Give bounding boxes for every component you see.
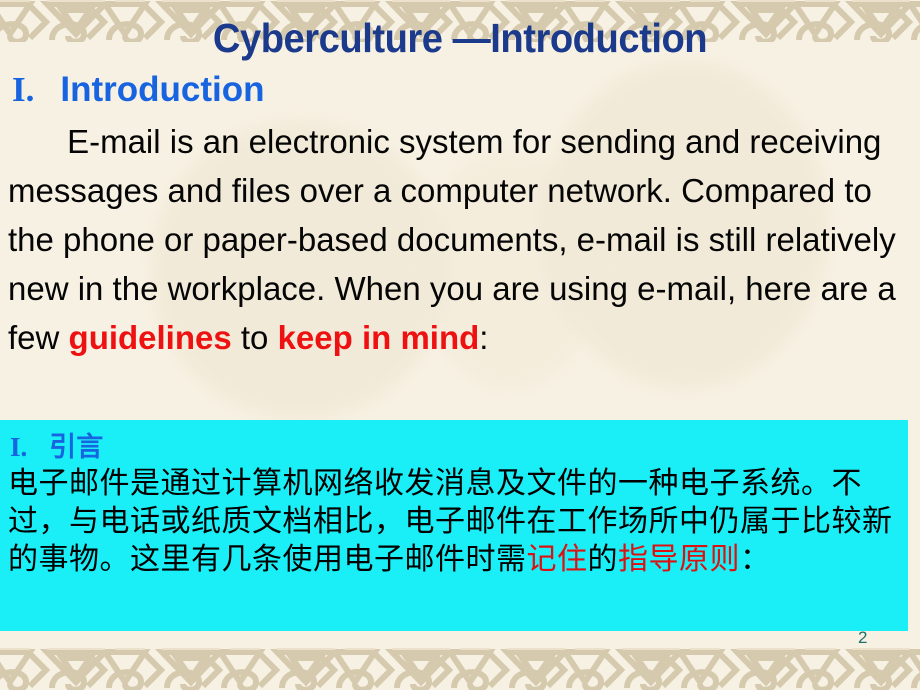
translation-text-part2: 的 [587, 543, 618, 576]
slide-title: Cyberculture —Introduction [212, 15, 708, 61]
translation-numeral: I. [10, 432, 28, 462]
paragraph-text-part3: : [479, 320, 489, 357]
translation-paragraph: 电子邮件是通过计算机网络收发消息及文件的一种电子系统。不过，与电话或纸质文档相比… [8, 465, 908, 579]
highlight-guidelines: guidelines [68, 320, 232, 357]
english-paragraph: E-mail is an electronic system for sendi… [8, 118, 900, 363]
translation-highlight-guidelines: 指导原则 [618, 543, 740, 576]
translation-highlight-remember: 记住 [526, 543, 588, 576]
slide-canvas: Cyberculture —Introduction I. Introductio… [0, 0, 920, 690]
translation-text-part3: ： [740, 543, 771, 576]
section-numeral: I. [12, 70, 35, 109]
translation-heading-label: 引言 [49, 432, 104, 462]
translation-heading: I. 引言 [10, 425, 103, 464]
section-heading-label: Introduction [60, 70, 265, 109]
highlight-keep-in-mind: keep in mind [277, 320, 480, 357]
page-number: 2 [858, 628, 868, 647]
translation-panel: I. 引言 电子邮件是通过计算机网络收发消息及文件的一种电子系统。不过，与电话或纸… [0, 420, 908, 631]
celtic-knot-border-bottom [0, 648, 920, 690]
section-heading: I. Introduction [12, 70, 265, 110]
paragraph-text-part2: to [231, 320, 278, 357]
